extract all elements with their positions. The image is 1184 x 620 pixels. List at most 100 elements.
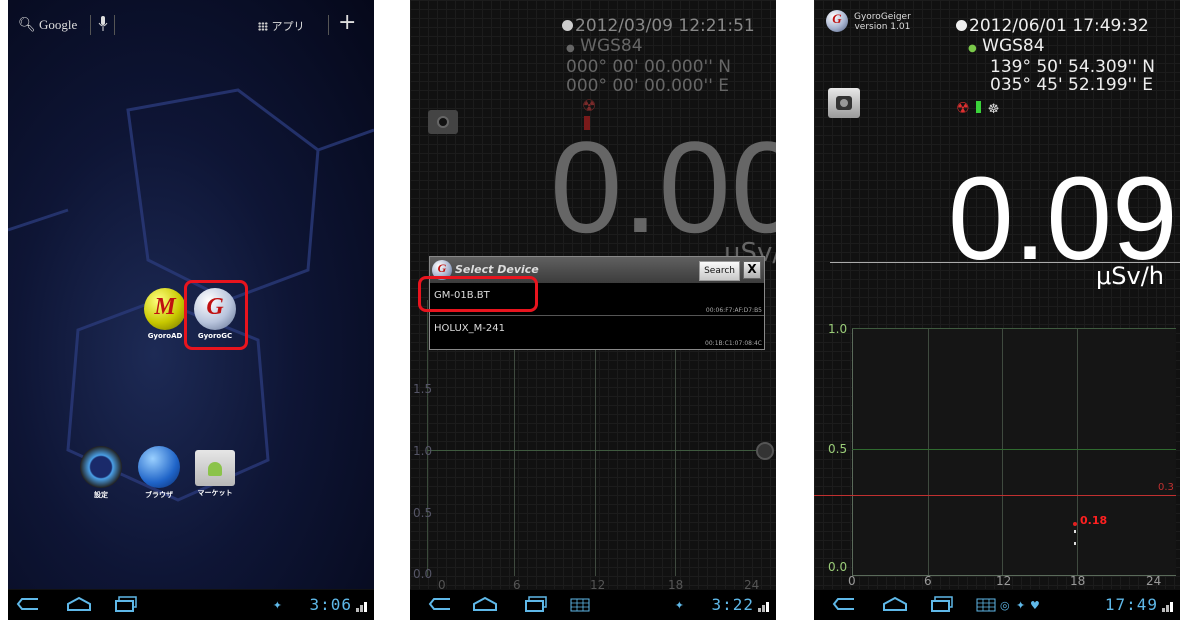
camera-icon [836, 96, 852, 110]
settings-icon [80, 446, 122, 488]
globe-icon [138, 446, 180, 488]
status-clock: 17:49 [1104, 595, 1158, 614]
home-icon[interactable] [472, 596, 498, 612]
divider [90, 15, 91, 35]
data-point [1074, 530, 1076, 533]
device-mac: 00:06:F7:AF:D7:B5 [705, 307, 762, 314]
clock-icon [562, 20, 573, 31]
radiation-icon: ☢ [956, 99, 970, 117]
apps-button[interactable]: アプリ [258, 18, 305, 34]
home-icon[interactable] [882, 596, 908, 612]
latitude-text: 000° 00' 00.000'' N [566, 57, 732, 77]
y-tick: 1.5 [413, 382, 433, 396]
longitude-text: 000° 00' 00.000'' E [566, 76, 730, 96]
keyboard-icon[interactable] [976, 598, 996, 614]
dose-value: 0.00 [550, 114, 776, 260]
y-tick: 0.5 [828, 442, 848, 456]
recent-apps-icon[interactable] [114, 596, 138, 612]
app-logo-icon: G [826, 10, 848, 32]
market-bag-icon [195, 450, 235, 486]
x-tick: 12 [996, 574, 1012, 588]
recent-apps-icon[interactable] [524, 596, 548, 612]
datum-text: WGS84 [982, 36, 1045, 56]
app-name: GyoroGeiger [854, 12, 911, 22]
google-search-label: Google [39, 17, 78, 32]
close-button[interactable]: X [743, 261, 761, 279]
dialog-title: Select Device [455, 263, 539, 276]
threshold-label: 0.3 [1158, 482, 1174, 493]
divider [328, 15, 329, 35]
signal-icon [356, 600, 370, 612]
usb-icon: ✦ [272, 599, 282, 612]
device-mac: 00:1B:C1:07:08:4C [705, 340, 762, 347]
device-name: HOLUX_M-241 [434, 323, 505, 334]
system-bar: ✦ 3:22 [410, 589, 776, 620]
unit-label: μSv/h [1096, 262, 1165, 290]
datum-text: WGS84 [580, 36, 643, 56]
y-tick: 0.5 [413, 506, 433, 520]
chart-area [814, 328, 1176, 576]
scroll-handle-icon[interactable] [756, 442, 774, 460]
datetime-text: 2012/03/09 12:21:51 [575, 16, 755, 36]
search-icon: 🔍︎ [18, 17, 36, 33]
status-clock: 3:06 [309, 595, 352, 614]
data-point [1074, 542, 1076, 545]
reading-screen: G GyoroGeiger version 1.01 2012/06/01 17… [814, 0, 1180, 620]
x-tick: 6 [924, 574, 932, 588]
x-tick: 0 [848, 574, 856, 588]
satellite-icon: ● [566, 43, 575, 54]
system-bar: ✦ 3:06 [8, 589, 374, 620]
google-search[interactable]: 🔍︎ Google [18, 17, 77, 33]
mic-icon[interactable] [98, 16, 108, 36]
app-label: マーケット [197, 489, 233, 497]
notification-icon: ♥ [1030, 599, 1040, 612]
add-button[interactable]: + [338, 10, 356, 35]
back-icon[interactable] [832, 596, 856, 612]
y-tick: 0.0 [413, 567, 433, 581]
system-bar: ◎ ✦ ♥ 17:49 [814, 589, 1180, 620]
gps-icon: ◎ [1000, 599, 1010, 612]
status-clock: 3:22 [711, 595, 754, 614]
datetime: 2012/03/09 12:21:51 [562, 16, 755, 36]
x-tick: 24 [1146, 574, 1162, 588]
battery-icon [975, 101, 981, 113]
signal-icon [1162, 600, 1176, 612]
grid-icon [258, 22, 268, 31]
app-icon-market[interactable]: マーケット [180, 446, 250, 498]
divider [114, 15, 115, 35]
y-tick: 1.0 [828, 322, 848, 336]
datetime: 2012/06/01 17:49:32 [956, 16, 1149, 36]
datetime-text: 2012/06/01 17:49:32 [969, 16, 1149, 36]
longitude-text: 139° 50' 54.309'' N [990, 57, 1156, 77]
camera-icon[interactable] [428, 110, 458, 134]
bicycle-icon: ☸ [987, 102, 1000, 117]
radiation-battery-icons: ☢ [582, 96, 608, 130]
usb-icon: ✦ [674, 599, 684, 612]
dose-value: 0.09 [948, 153, 1178, 285]
device-item[interactable]: HOLUX_M-241 00:1B:C1:07:08:4C [430, 316, 764, 348]
camera-button[interactable] [828, 88, 860, 118]
keyboard-icon[interactable] [570, 598, 590, 614]
recent-apps-icon[interactable] [930, 596, 954, 612]
point-label: 0.18 [1080, 514, 1108, 527]
signal-icon [758, 600, 772, 612]
app-title: GyoroGeiger version 1.01 [854, 12, 911, 32]
back-icon[interactable] [16, 596, 40, 612]
satellite-icon: ● [968, 43, 977, 54]
app-version: version 1.01 [854, 22, 911, 32]
highlight-box [184, 280, 248, 350]
usb-icon: ✦ [1016, 599, 1026, 612]
y-tick: 1.0 [413, 444, 433, 458]
x-tick: 18 [1070, 574, 1086, 588]
home-icon[interactable] [66, 596, 92, 612]
clock-icon [956, 20, 967, 31]
search-button[interactable]: Search [699, 261, 740, 281]
threshold-line [814, 495, 1176, 496]
home-top-bar: 🔍︎ Google アプリ + [8, 0, 374, 56]
back-icon[interactable] [428, 596, 452, 612]
apps-label: アプリ [271, 20, 305, 33]
data-point [1073, 522, 1077, 526]
y-tick: 0.0 [828, 560, 848, 574]
latitude-text: 035° 45' 52.199'' E [990, 75, 1154, 95]
highlight-box [418, 276, 538, 312]
